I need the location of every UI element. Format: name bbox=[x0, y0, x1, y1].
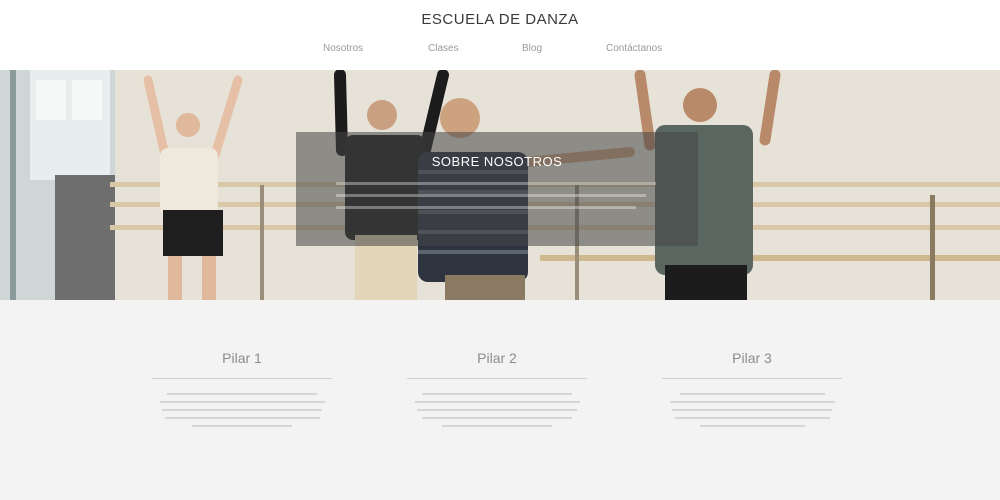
about-overlay: SOBRE NOSOTROS bbox=[296, 132, 698, 246]
about-text-line bbox=[336, 182, 656, 185]
pillar-divider bbox=[662, 378, 842, 379]
hero-banner: SOBRE NOSOTROS bbox=[0, 70, 1000, 300]
pillar-title: Pilar 3 bbox=[732, 350, 772, 366]
pillar-divider bbox=[152, 378, 332, 379]
pillar-text bbox=[407, 393, 587, 427]
site-logo[interactable]: ESCUELA DE DANZA bbox=[0, 11, 1000, 28]
pillar-text bbox=[152, 393, 332, 427]
pillar-card: Pilar 3 bbox=[662, 350, 842, 433]
pillars-section: Pilar 1 Pilar 2 Pilar 3 bbox=[0, 300, 1000, 500]
about-text-line bbox=[336, 206, 636, 209]
pillar-card: Pilar 1 bbox=[152, 350, 332, 433]
pillar-title: Pilar 2 bbox=[477, 350, 517, 366]
nav-link-clases[interactable]: Clases bbox=[428, 43, 459, 54]
pillar-card: Pilar 2 bbox=[407, 350, 587, 433]
site-header: ESCUELA DE DANZA Nosotros Clases Blog Co… bbox=[0, 0, 1000, 70]
pillar-text bbox=[662, 393, 842, 427]
main-nav: Nosotros Clases Blog Contáctanos bbox=[0, 43, 1000, 57]
pillar-divider bbox=[407, 378, 587, 379]
nav-link-contactanos[interactable]: Contáctanos bbox=[606, 43, 662, 54]
pillar-title: Pilar 1 bbox=[222, 350, 262, 366]
nav-link-blog[interactable]: Blog bbox=[522, 43, 542, 54]
about-text-line bbox=[336, 194, 646, 197]
nav-link-nosotros[interactable]: Nosotros bbox=[323, 43, 363, 54]
about-title: SOBRE NOSOTROS bbox=[431, 154, 563, 169]
